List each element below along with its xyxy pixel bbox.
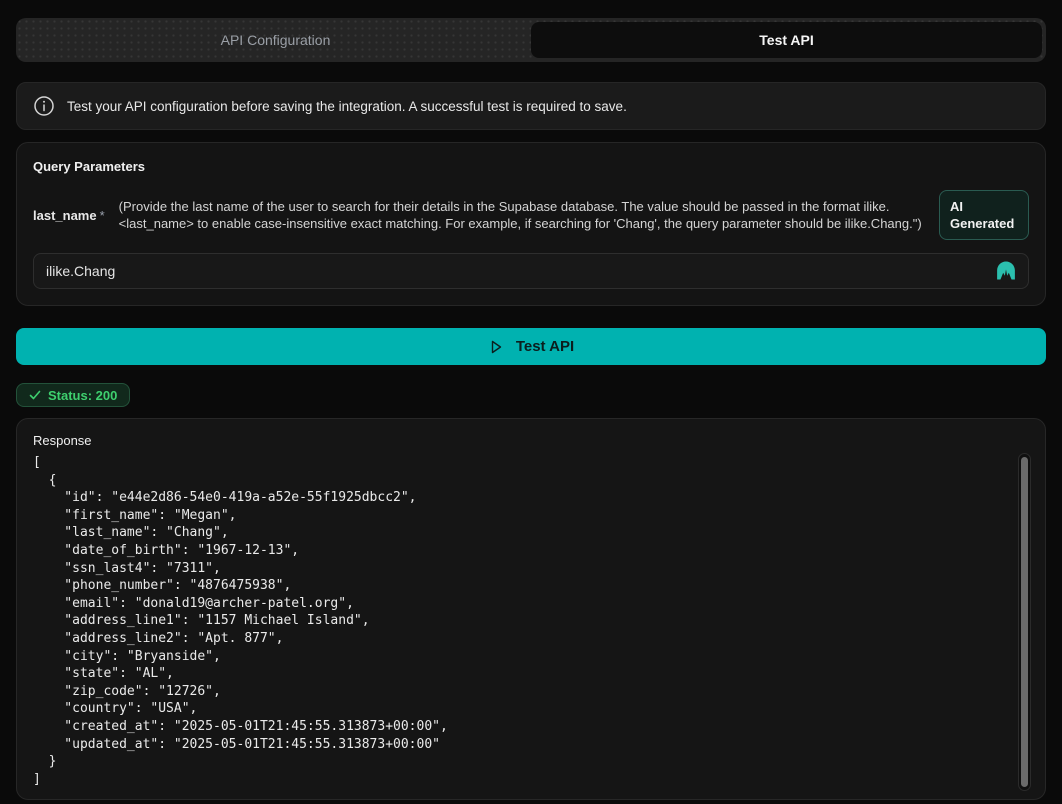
- page: API Configuration Test API Test your API…: [0, 0, 1062, 804]
- teal-arch-mountain-logo-icon: [993, 258, 1019, 284]
- response-scrollbar-thumb[interactable]: [1021, 457, 1028, 787]
- parameter-value-input[interactable]: [33, 253, 1029, 289]
- tab-test-api-label: Test API: [759, 32, 813, 48]
- query-parameters-title: Query Parameters: [33, 159, 1029, 174]
- test-api-button-label: Test API: [516, 338, 574, 355]
- parameter-name-label: last_name*: [33, 208, 105, 223]
- status-badge: Status: 200: [16, 383, 130, 407]
- parameter-input-wrap: [33, 253, 1029, 289]
- tab-bar: API Configuration Test API: [16, 18, 1046, 62]
- info-icon: [33, 95, 55, 117]
- tab-test-api[interactable]: Test API: [531, 22, 1042, 58]
- ai-generated-badge: AI Generated: [939, 190, 1029, 240]
- response-json: [ { "id": "e44e2d86-54e0-419a-a52e-55f19…: [33, 454, 1029, 788]
- response-title: Response: [33, 433, 1029, 448]
- response-panel: Response [ { "id": "e44e2d86-54e0-419a-a…: [16, 418, 1046, 800]
- parameter-description: (Provide the last name of the user to se…: [119, 198, 925, 233]
- info-banner-text: Test your API configuration before savin…: [67, 99, 627, 114]
- query-parameters-card: Query Parameters last_name* (Provide the…: [16, 142, 1046, 306]
- parameter-name: last_name: [33, 208, 97, 223]
- check-icon: [29, 389, 41, 401]
- status-badge-row: Status: 200: [16, 365, 1046, 407]
- tab-api-configuration-label: API Configuration: [221, 32, 331, 48]
- info-banner: Test your API configuration before savin…: [16, 82, 1046, 130]
- response-scrollbar-track[interactable]: [1018, 453, 1031, 791]
- play-icon: [488, 339, 504, 355]
- required-asterisk: *: [100, 208, 105, 223]
- tab-api-configuration[interactable]: API Configuration: [20, 22, 531, 58]
- parameter-row: last_name* (Provide the last name of the…: [33, 190, 1029, 240]
- status-badge-label: Status: 200: [48, 388, 117, 403]
- test-api-button[interactable]: Test API: [16, 328, 1046, 365]
